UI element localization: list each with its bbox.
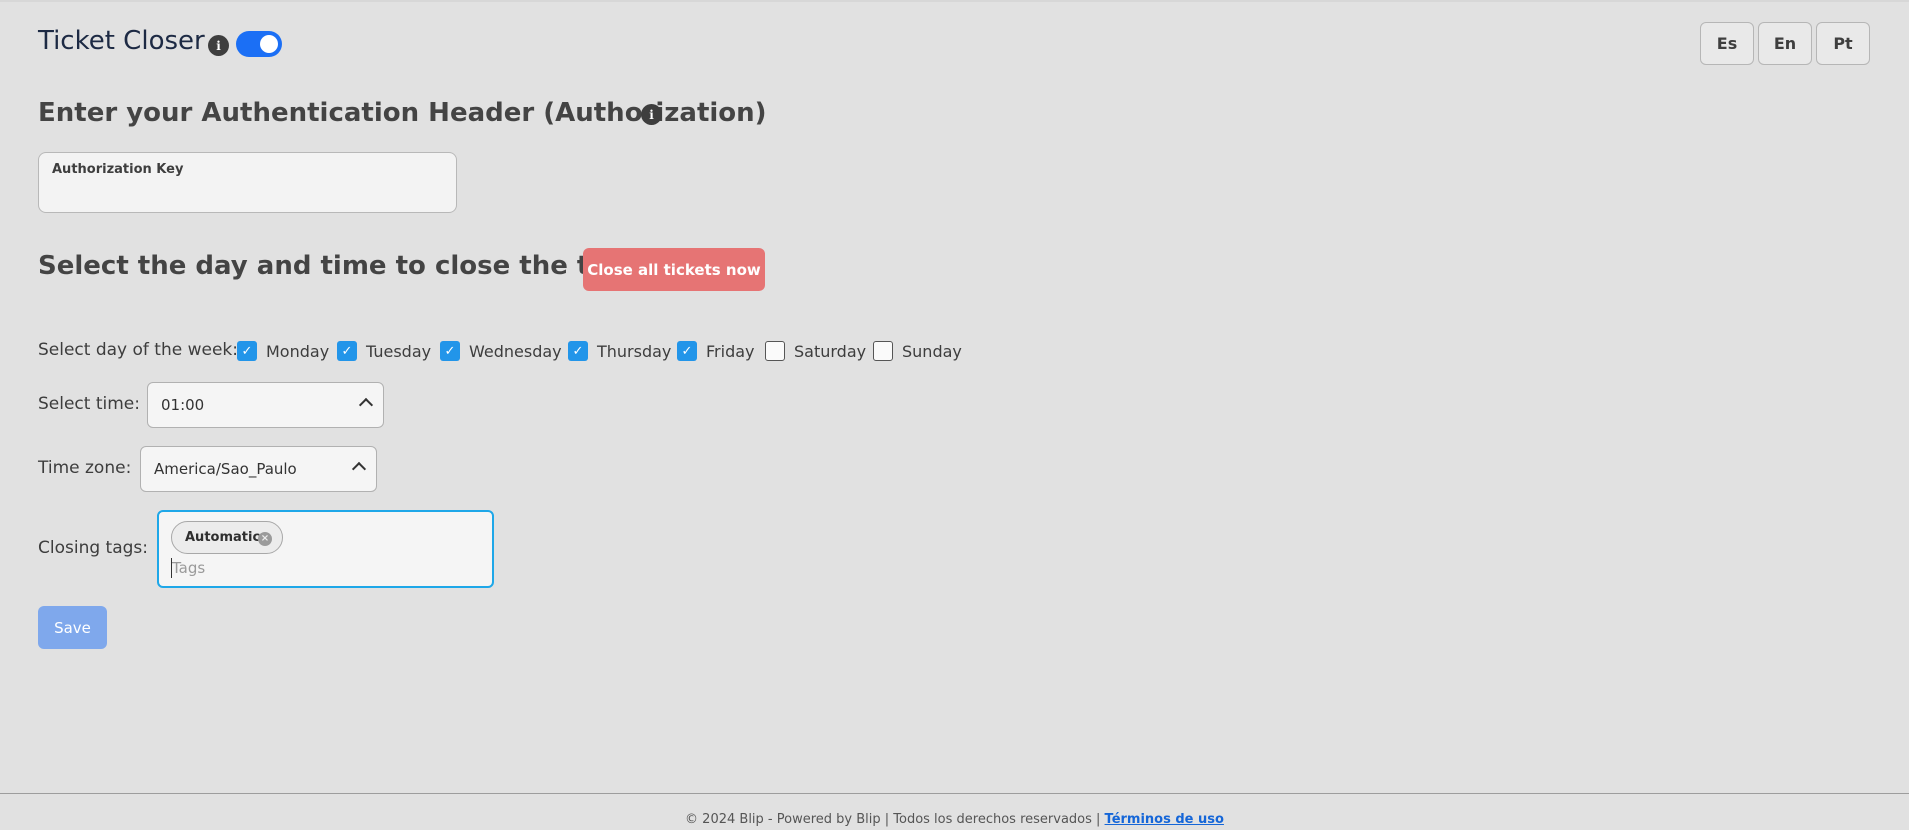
day-checkbox-sunday[interactable]: Sunday — [873, 341, 962, 361]
app-toggle[interactable] — [236, 31, 282, 57]
tag-chip-label: Automatic — [185, 530, 261, 545]
footer-text: © 2024 Blip - Powered by Blip | Todos lo… — [685, 812, 1105, 827]
language-button-pt[interactable]: Pt — [1816, 22, 1870, 65]
info-icon[interactable]: i — [208, 35, 229, 56]
toggle-knob — [260, 35, 278, 53]
top-border — [0, 0, 1909, 2]
footer: © 2024 Blip - Powered by Blip | Todos lo… — [0, 812, 1909, 827]
terms-link[interactable]: Términos de uso — [1105, 812, 1224, 827]
day-checkbox-friday[interactable]: ✓ Friday — [677, 341, 755, 361]
time-value: 01:00 — [161, 396, 205, 414]
day-label: Sunday — [902, 341, 962, 361]
app-title: Ticket Closer — [38, 26, 205, 56]
day-checkbox-thursday[interactable]: ✓ Thursday — [568, 341, 671, 361]
timezone-label: Time zone: — [38, 458, 132, 478]
closing-tags-label: Closing tags: — [38, 538, 149, 558]
day-label: Friday — [706, 341, 755, 361]
day-label: Tuesday — [366, 341, 432, 361]
day-checkbox-tuesday[interactable]: ✓ Tuesday — [337, 341, 431, 361]
close-all-tickets-button[interactable]: Close all tickets now — [583, 248, 765, 291]
day-label: Saturday — [794, 341, 867, 361]
remove-tag-icon[interactable]: × — [258, 532, 272, 546]
authorization-key-label: Authorization Key — [52, 162, 184, 177]
day-checkbox-monday[interactable]: ✓ Monday — [237, 341, 329, 361]
closing-tags-field[interactable]: Automatic × — [157, 510, 494, 588]
language-button-es[interactable]: Es — [1700, 22, 1754, 65]
save-button[interactable]: Save — [38, 606, 107, 649]
day-label: Monday — [266, 341, 330, 361]
tags-input[interactable] — [171, 558, 472, 578]
info-icon[interactable]: i — [641, 104, 662, 125]
checkbox-unchecked[interactable] — [873, 341, 893, 361]
checkbox-checked[interactable]: ✓ — [440, 341, 460, 361]
checkbox-checked[interactable]: ✓ — [677, 341, 697, 361]
language-button-en[interactable]: En — [1758, 22, 1812, 65]
time-label: Select time: — [38, 394, 140, 414]
day-label: Thursday — [597, 341, 672, 361]
checkbox-checked[interactable]: ✓ — [237, 341, 257, 361]
timezone-select[interactable]: America/Sao_Paulo — [140, 446, 377, 492]
checkbox-unchecked[interactable] — [765, 341, 785, 361]
tag-chip[interactable]: Automatic × — [171, 521, 283, 554]
authorization-key-field[interactable]: Authorization Key — [38, 152, 457, 213]
chevron-up-icon — [351, 461, 367, 477]
day-of-week-label: Select day of the week: — [38, 340, 239, 360]
footer-divider — [0, 793, 1909, 794]
checkbox-checked[interactable]: ✓ — [337, 341, 357, 361]
day-checkbox-wednesday[interactable]: ✓ Wednesday — [440, 341, 562, 361]
checkbox-checked[interactable]: ✓ — [568, 341, 588, 361]
time-select[interactable]: 01:00 — [147, 382, 384, 428]
chevron-up-icon — [358, 397, 374, 413]
day-label: Wednesday — [469, 341, 562, 361]
day-checkbox-saturday[interactable]: Saturday — [765, 341, 866, 361]
timezone-value: America/Sao_Paulo — [154, 460, 297, 478]
